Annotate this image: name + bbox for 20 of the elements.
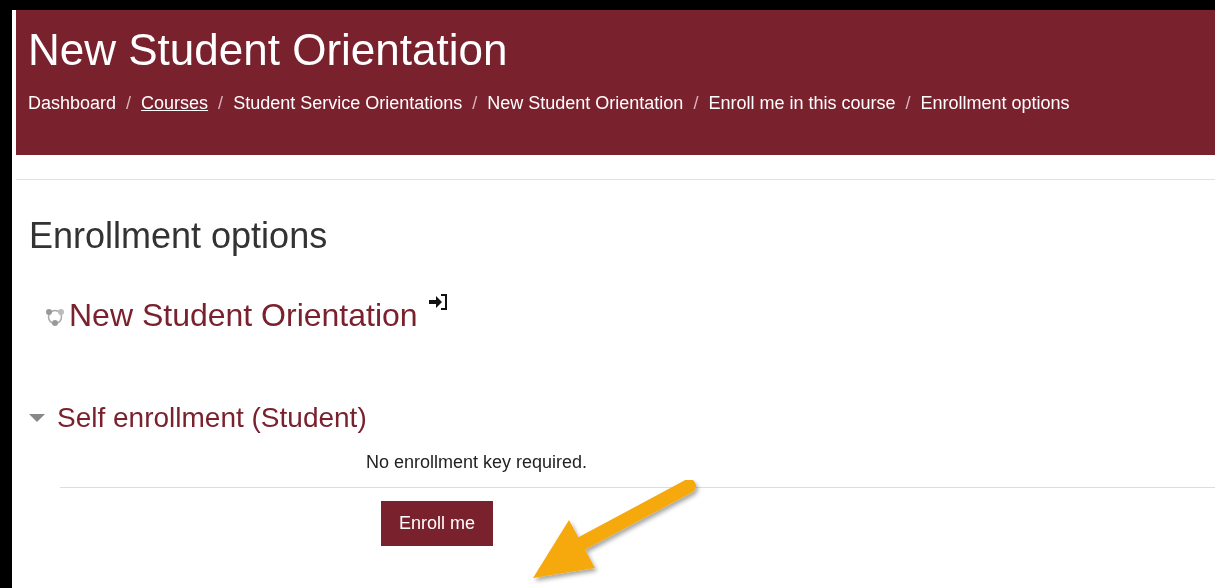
breadcrumb-link[interactable]: Dashboard bbox=[28, 92, 117, 114]
enrol-icon bbox=[427, 293, 448, 312]
section-header[interactable]: Self enrollment (Student) bbox=[29, 402, 1215, 435]
breadcrumb-separator: / bbox=[905, 92, 911, 114]
breadcrumb-link[interactable]: Courses bbox=[141, 92, 209, 114]
breadcrumb-link[interactable]: Student Service Orientations bbox=[233, 92, 463, 114]
breadcrumb-link[interactable]: Enrollment options bbox=[920, 92, 1070, 114]
enroll-button[interactable]: Enroll me bbox=[381, 501, 494, 547]
breadcrumb-link[interactable]: New Student Orientation bbox=[487, 92, 684, 114]
breadcrumb-separator: / bbox=[693, 92, 699, 114]
page-heading: Enrollment options bbox=[29, 214, 329, 258]
section-title: Self enrollment (Student) bbox=[57, 402, 367, 435]
course-link[interactable]: New Student Orientation bbox=[69, 297, 418, 335]
breadcrumb-separator: / bbox=[218, 92, 224, 114]
course-icon bbox=[45, 307, 65, 328]
breadcrumb-link[interactable]: Enroll me in this course bbox=[708, 92, 896, 114]
breadcrumb-separator: / bbox=[472, 92, 478, 114]
breadcrumb-separator: / bbox=[126, 92, 132, 114]
course-title: New Student Orientation bbox=[28, 24, 509, 76]
enrollment-message: No enrollment key required. bbox=[366, 452, 589, 474]
